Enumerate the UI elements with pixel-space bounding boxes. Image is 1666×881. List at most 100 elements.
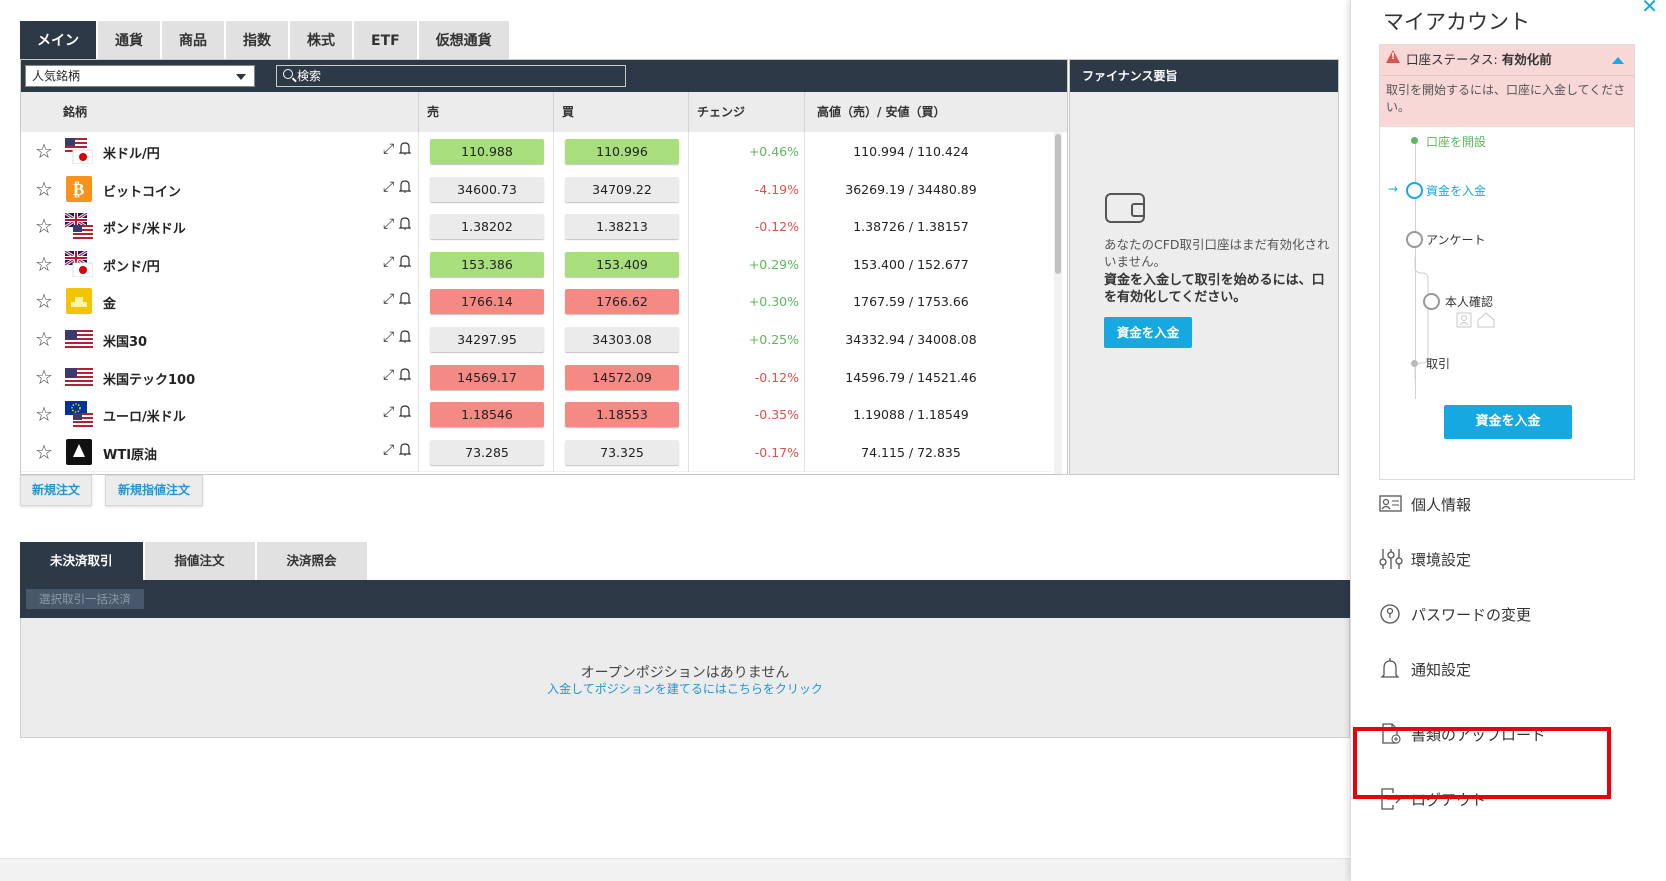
- instrument-name[interactable]: ポンド/円: [103, 256, 160, 275]
- favorite-star-icon[interactable]: ☆: [35, 327, 53, 351]
- col-sell[interactable]: 売: [418, 92, 553, 132]
- table-row[interactable]: ☆ 米ドル/円 ⤢ 110.988 110.996 +0.46% 110.994 / 110…: [21, 132, 1051, 171]
- buy-price-button[interactable]: 1766.62: [565, 289, 679, 315]
- category-select[interactable]: 人気銘柄: [25, 65, 255, 87]
- chart-icon[interactable]: ⤢: [383, 291, 394, 307]
- alert-bell-icon[interactable]: [399, 216, 411, 231]
- finance-deposit-button[interactable]: 資金を入金: [1104, 317, 1192, 348]
- menu-preferences[interactable]: 環境設定: [1379, 539, 1645, 579]
- chart-icon[interactable]: ⤢: [383, 442, 394, 458]
- account-deposit-button[interactable]: 資金を入金: [1444, 405, 1572, 439]
- instrument-name[interactable]: ユーロ/米ドル: [103, 406, 186, 425]
- tab-stocks[interactable]: 株式: [290, 21, 354, 59]
- sell-price-button[interactable]: 14569.17: [430, 364, 544, 390]
- buy-price-button[interactable]: 153.409: [565, 251, 679, 277]
- step-questionnaire[interactable]: アンケート: [1426, 231, 1486, 248]
- instrument-name[interactable]: 米ドル/円: [103, 143, 160, 162]
- buy-price-button[interactable]: 1.18553: [565, 402, 679, 428]
- sell-price-button[interactable]: 1766.14: [430, 289, 544, 315]
- favorite-star-icon[interactable]: ☆: [35, 139, 53, 163]
- sell-price-button[interactable]: 34297.95: [430, 327, 544, 352]
- account-status-header[interactable]: 口座ステータス: 有効化前: [1380, 45, 1634, 75]
- alert-bell-icon[interactable]: [399, 329, 411, 343]
- tab-main[interactable]: メイン: [20, 21, 98, 59]
- chart-icon[interactable]: ⤢: [383, 329, 394, 345]
- table-row[interactable]: ☆ 金 ⤢ 1766.14 1766.62 +0.30% 1767.59 / 1753.66: [21, 282, 1051, 322]
- sell-price-button[interactable]: 1.38202: [430, 214, 544, 240]
- new-order-button[interactable]: 新規注文: [20, 475, 92, 506]
- sell-price-button[interactable]: 34600.73: [430, 176, 544, 202]
- tab-crypto[interactable]: 仮想通貨: [418, 21, 511, 59]
- chart-icon[interactable]: ⤢: [383, 179, 394, 195]
- col-change[interactable]: チェンジ: [688, 92, 804, 132]
- favorite-star-icon[interactable]: ☆: [35, 289, 53, 313]
- search-box[interactable]: [276, 65, 626, 87]
- favorite-star-icon[interactable]: ☆: [35, 214, 53, 238]
- alert-bell-icon[interactable]: [399, 367, 411, 381]
- menu-upload-documents[interactable]: 書類のアップロード: [1379, 714, 1645, 754]
- favorite-star-icon[interactable]: ☆: [35, 365, 53, 389]
- menu-change-password[interactable]: パスワードの変更: [1379, 594, 1645, 634]
- instrument-name[interactable]: ビットコイン: [103, 181, 181, 200]
- tab-limit-orders[interactable]: 指値注文: [144, 542, 257, 580]
- alert-bell-icon[interactable]: [399, 404, 411, 419]
- new-limit-order-button[interactable]: 新規指値注文: [105, 475, 203, 506]
- table-row[interactable]: ☆ 米国テック100 ⤢ 14569.17 14572.09 -0.12% 14596.79…: [21, 357, 1051, 397]
- instrument-name[interactable]: 金: [103, 293, 116, 312]
- buy-price-button[interactable]: 34303.08: [565, 327, 679, 352]
- chart-icon[interactable]: ⤢: [383, 216, 394, 232]
- table-row[interactable]: ☆ 米国30 ⤢ 34297.95 34303.08 +0.25% 34332.94 / 3…: [21, 320, 1051, 359]
- table-row[interactable]: ☆ ポンド/米ドル ⤢ 1.38202 1.38213 -0.12% 1.38726 / 1…: [21, 207, 1051, 247]
- col-buy[interactable]: 買: [553, 92, 688, 132]
- menu-logout[interactable]: ログアウト: [1379, 779, 1645, 819]
- buy-price-button[interactable]: 110.996: [565, 139, 679, 164]
- scrollbar-thumb[interactable]: [1055, 134, 1061, 274]
- sell-price-button[interactable]: 110.988: [430, 139, 544, 164]
- tab-etf[interactable]: ETF: [354, 21, 419, 59]
- table-scrollbar[interactable]: [1054, 132, 1062, 474]
- favorite-star-icon[interactable]: ☆: [35, 177, 53, 201]
- alert-bell-icon[interactable]: [399, 254, 411, 268]
- menu-notification-settings[interactable]: 通知設定: [1379, 649, 1645, 689]
- chart-icon[interactable]: ⤢: [383, 141, 394, 157]
- favorite-star-icon[interactable]: ☆: [35, 252, 53, 276]
- instrument-name[interactable]: 米国30: [103, 331, 147, 350]
- instrument-name[interactable]: ポンド/米ドル: [103, 218, 186, 237]
- sell-price-button[interactable]: 73.285: [430, 439, 544, 465]
- col-high-low[interactable]: 高値（売）/ 安値（買）: [804, 92, 1052, 132]
- tab-open-trades[interactable]: 未決済取引: [20, 542, 145, 580]
- alert-bell-icon[interactable]: [399, 291, 411, 306]
- bulk-close-button[interactable]: 選択取引一括決済: [26, 589, 144, 609]
- alert-bell-icon[interactable]: [399, 179, 411, 193]
- instrument-name[interactable]: 米国テック100: [103, 369, 195, 388]
- step-deposit[interactable]: 資金を入金: [1426, 182, 1486, 199]
- table-row[interactable]: ☆ ₿ ビットコイン ⤢ 34600.73 34709.22 -4.19% 36269.19 …: [21, 169, 1051, 209]
- tab-currency[interactable]: 通貨: [98, 21, 162, 59]
- chevron-up-icon[interactable]: [1612, 57, 1624, 64]
- table-row[interactable]: ☆ ポンド/円 ⤢ 153.386 153.409 +0.29% 153.400 / 152…: [21, 244, 1051, 284]
- buy-price-button[interactable]: 73.325: [565, 439, 679, 465]
- tab-indices[interactable]: 指数: [226, 21, 290, 59]
- menu-personal-info[interactable]: 個人情報: [1379, 484, 1645, 524]
- close-icon[interactable]: ✕: [1641, 0, 1658, 18]
- sell-price-button[interactable]: 153.386: [430, 251, 544, 277]
- sell-price-button[interactable]: 1.18546: [430, 402, 544, 428]
- deposit-to-open-link[interactable]: 入金してポジションを建てるにはこちらをクリック: [21, 680, 1349, 697]
- col-instrument[interactable]: 銘柄: [55, 92, 418, 132]
- chart-icon[interactable]: ⤢: [383, 254, 394, 270]
- alert-bell-icon[interactable]: [399, 141, 411, 155]
- table-row[interactable]: ☆ WTI原油 ⤢ 73.285 73.325 -0.17% 74.115 / 72.835: [21, 432, 1051, 472]
- tab-commodities[interactable]: 商品: [162, 21, 226, 59]
- chart-icon[interactable]: ⤢: [383, 404, 394, 420]
- tab-closed-history[interactable]: 決済照会: [256, 542, 369, 580]
- step-identity-verification[interactable]: 本人確認: [1445, 293, 1493, 310]
- favorite-star-icon[interactable]: ☆: [35, 402, 53, 426]
- buy-price-button[interactable]: 1.38213: [565, 214, 679, 240]
- chart-icon[interactable]: ⤢: [383, 367, 394, 383]
- search-input[interactable]: [297, 67, 617, 85]
- buy-price-button[interactable]: 14572.09: [565, 364, 679, 390]
- favorite-star-icon[interactable]: ☆: [35, 440, 53, 464]
- table-row[interactable]: ☆ ユーロ/米ドル ⤢ 1.18546 1.18553 -0.35% 1.19088 / 1…: [21, 395, 1051, 435]
- alert-bell-icon[interactable]: [399, 442, 411, 456]
- buy-price-button[interactable]: 34709.22: [565, 176, 679, 202]
